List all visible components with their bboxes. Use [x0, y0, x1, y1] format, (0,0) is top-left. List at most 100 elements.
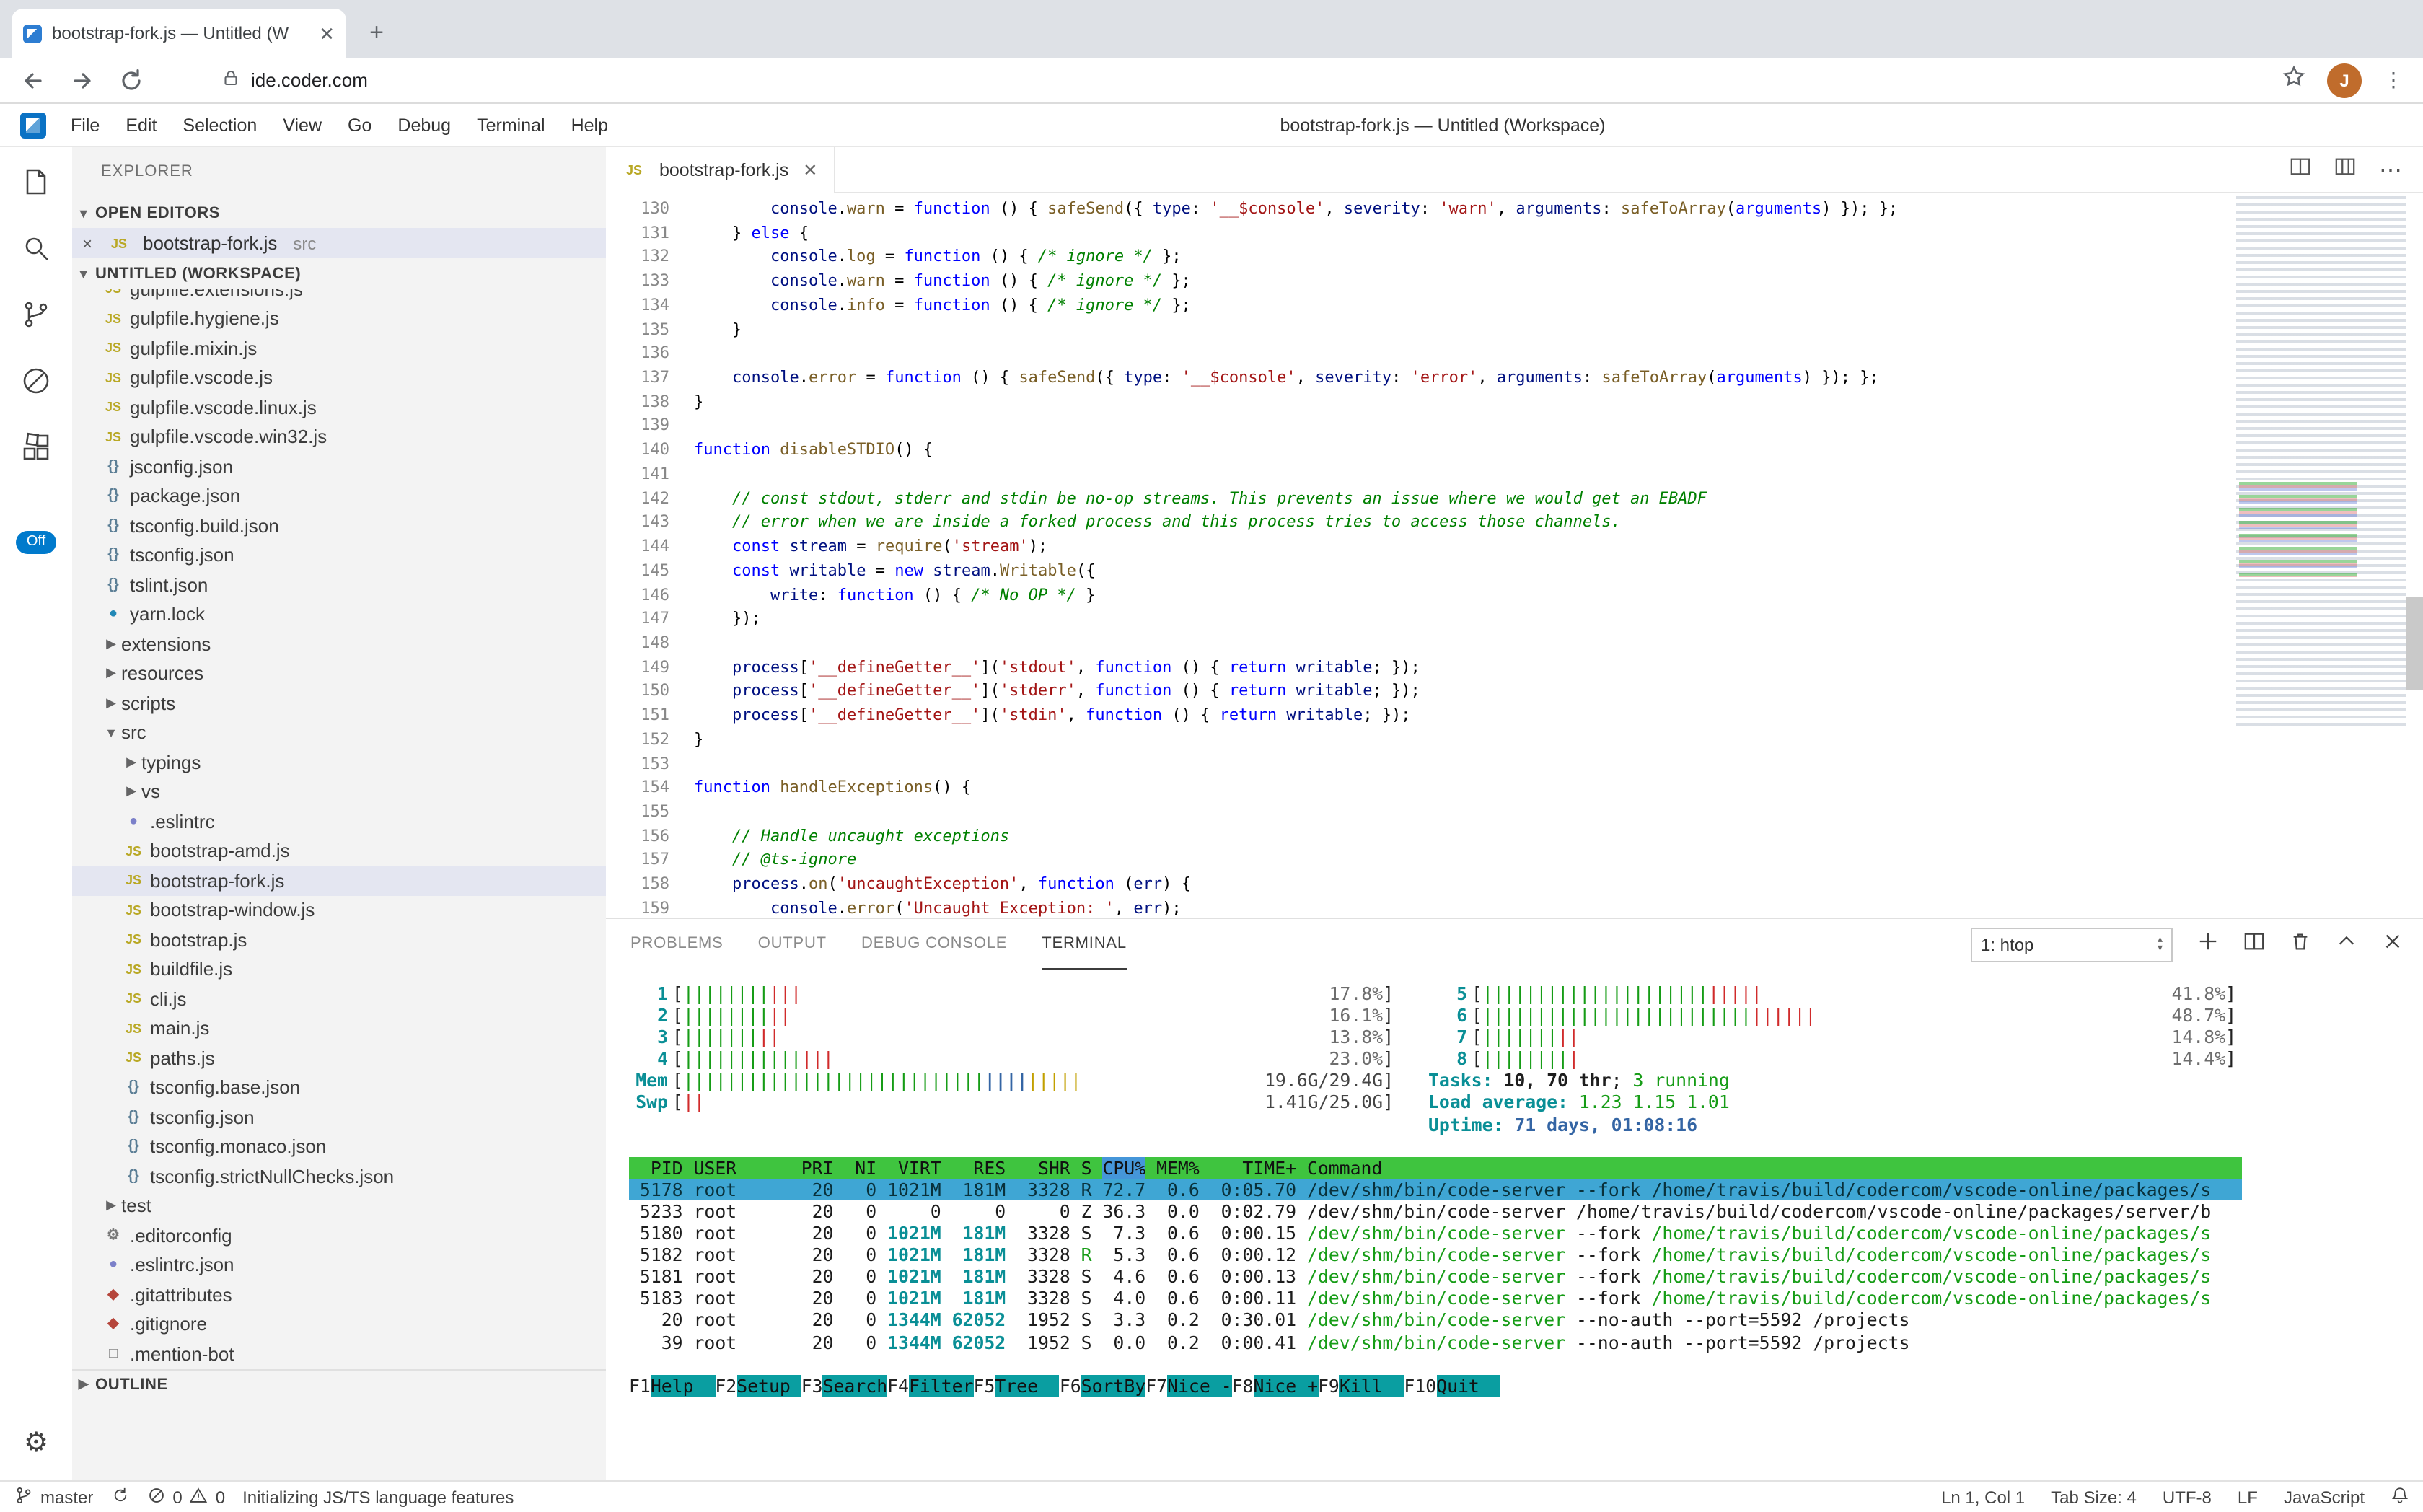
terminal-selector[interactable]: 1: htop ▴▾ [1971, 927, 2173, 962]
tree-item-package.json[interactable]: {}package.json [72, 481, 606, 511]
new-terminal-icon[interactable] [2197, 930, 2219, 959]
status-lf[interactable]: LF [2238, 1487, 2258, 1507]
toggle-layout-icon[interactable] [2334, 155, 2356, 184]
tree-item-jsconfig.json[interactable]: {}jsconfig.json [72, 452, 606, 481]
tree-item-.eslintrc.json[interactable]: ●.eslintrc.json [72, 1250, 606, 1280]
tree-item-main.js[interactable]: JSmain.js [72, 1014, 606, 1043]
fkey-f9[interactable]: F9 [1318, 1374, 1340, 1396]
menu-help[interactable]: Help [558, 104, 621, 146]
fkey-f2[interactable]: F2 [715, 1374, 736, 1396]
new-tab-button[interactable]: + [358, 14, 395, 52]
tree-item-tsconfig.base.json[interactable]: {}tsconfig.base.json [72, 1073, 606, 1102]
tree-item-test[interactable]: ▶test [72, 1191, 606, 1221]
maximize-panel-icon[interactable] [2336, 930, 2357, 959]
fkey-f1[interactable]: F1 [629, 1374, 651, 1396]
tree-item-gulpfile.vscode.linux.js[interactable]: JSgulpfile.vscode.linux.js [72, 392, 606, 422]
tree-item-bootstrap-window.js[interactable]: JSbootstrap-window.js [72, 895, 606, 925]
fkey-f4[interactable]: F4 [887, 1374, 909, 1396]
tree-item-bootstrap-amd.js[interactable]: JSbootstrap-amd.js [72, 836, 606, 866]
open-editor-item[interactable]: × JS bootstrap-fork.js src [72, 228, 606, 258]
problems-indicator[interactable]: 0 0 [146, 1485, 225, 1508]
notifications-bell-icon[interactable] [2391, 1485, 2409, 1508]
debug-icon[interactable] [19, 364, 53, 398]
menu-edit[interactable]: Edit [113, 104, 170, 146]
search-icon[interactable] [19, 231, 53, 265]
tree-item-src[interactable]: ▼src [72, 718, 606, 747]
editor-scrollbar[interactable] [2406, 597, 2423, 690]
fkey-f10[interactable]: F10 [1404, 1374, 1436, 1396]
tree-item-cli.js[interactable]: JScli.js [72, 984, 606, 1014]
tree-item-paths.js[interactable]: JSpaths.js [72, 1043, 606, 1073]
status-javascript[interactable]: JavaScript [2284, 1487, 2365, 1507]
tree-item-gulpfile.mixin.js[interactable]: JSgulpfile.mixin.js [72, 333, 606, 363]
split-terminal-icon[interactable] [2243, 930, 2265, 959]
status-utf-8[interactable]: UTF-8 [2163, 1487, 2212, 1507]
tab-close-icon[interactable]: ✕ [319, 24, 335, 43]
back-icon[interactable] [20, 67, 46, 93]
minimap[interactable] [2236, 196, 2406, 727]
tree-item-bootstrap.js[interactable]: JSbootstrap.js [72, 925, 606, 954]
tree-item-tsconfig.build.json[interactable]: {}tsconfig.build.json [72, 511, 606, 540]
tree-item-gulpfile.vscode.js[interactable]: JSgulpfile.vscode.js [72, 363, 606, 392]
tree-item-bootstrap-fork.js[interactable]: JSbootstrap-fork.js [72, 866, 606, 895]
tree-item-gulpfile.extensions.js[interactable]: JSgulpfile.extensions.js [72, 289, 606, 304]
status-tab-size-4[interactable]: Tab Size: 4 [2051, 1487, 2137, 1507]
workspace-header[interactable]: ▼ UNTITLED (WORKSPACE) [72, 258, 606, 289]
close-panel-icon[interactable] [2382, 930, 2404, 959]
status-badge[interactable]: Off [17, 531, 56, 554]
panel-tab-problems[interactable]: PROBLEMS [630, 919, 724, 970]
menu-view[interactable]: View [270, 104, 335, 146]
outline-header[interactable]: ▶ OUTLINE [72, 1368, 606, 1399]
more-actions-icon[interactable]: ⋯ [2379, 155, 2404, 184]
fkey-f5[interactable]: F5 [974, 1374, 995, 1396]
tree-item-.eslintrc[interactable]: ●.eslintrc [72, 806, 606, 836]
menu-file[interactable]: File [58, 104, 113, 146]
menu-terminal[interactable]: Terminal [464, 104, 558, 146]
browser-tab[interactable]: bootstrap-fork.js — Untitled (W ✕ [12, 9, 346, 58]
tree-item-typings[interactable]: ▶typings [72, 747, 606, 777]
settings-gear-icon[interactable]: ⚙ [19, 1428, 53, 1463]
sync-indicator[interactable] [110, 1485, 129, 1508]
fkey-f6[interactable]: F6 [1060, 1374, 1081, 1396]
editor-tab[interactable]: JS bootstrap-fork.js ✕ [606, 147, 835, 193]
tree-item-extensions[interactable]: ▶extensions [72, 629, 606, 659]
tree-item-gulpfile.hygiene.js[interactable]: JSgulpfile.hygiene.js [72, 304, 606, 333]
source-control-icon[interactable] [19, 297, 53, 332]
tree-item-scripts[interactable]: ▶scripts [72, 688, 606, 718]
tree-item-tsconfig.json[interactable]: {}tsconfig.json [72, 540, 606, 570]
tree-item-tsconfig.json[interactable]: {}tsconfig.json [72, 1102, 606, 1132]
close-icon[interactable]: × [82, 233, 100, 253]
menu-go[interactable]: Go [335, 104, 384, 146]
tree-item-tslint.json[interactable]: {}tslint.json [72, 570, 606, 599]
extensions-icon[interactable] [19, 430, 53, 465]
tree-item-tsconfig.monaco.json[interactable]: {}tsconfig.monaco.json [72, 1132, 606, 1161]
tree-item-yarn.lock[interactable]: ●yarn.lock [72, 599, 606, 629]
panel-tab-output[interactable]: OUTPUT [758, 919, 827, 970]
split-editor-icon[interactable] [2290, 155, 2311, 184]
tab-close-icon[interactable]: ✕ [803, 160, 817, 180]
tree-item-gulpfile.vscode.win32.js[interactable]: JSgulpfile.vscode.win32.js [72, 422, 606, 452]
tree-item-.editorconfig[interactable]: ⚙.editorconfig [72, 1221, 606, 1250]
tree-item-resources[interactable]: ▶resources [72, 659, 606, 688]
branch-indicator[interactable]: master [14, 1485, 93, 1508]
fkey-f3[interactable]: F3 [801, 1374, 823, 1396]
menu-selection[interactable]: Selection [170, 104, 270, 146]
tree-item-.gitignore[interactable]: ◆.gitignore [72, 1309, 606, 1339]
kill-terminal-icon[interactable] [2290, 930, 2311, 959]
fkey-f7[interactable]: F7 [1145, 1374, 1167, 1396]
tree-item-buildfile.js[interactable]: JSbuildfile.js [72, 954, 606, 984]
menu-debug[interactable]: Debug [384, 104, 464, 146]
terminal[interactable]: 1[|||||||||||17.8%]2[||||||||||16.1%]3[|… [606, 970, 2423, 1480]
reload-icon[interactable] [118, 67, 144, 93]
tree-item-vs[interactable]: ▶vs [72, 777, 606, 806]
status-ln-1-col-1[interactable]: Ln 1, Col 1 [1941, 1487, 2025, 1507]
tree-item-.gitattributes[interactable]: ◆.gitattributes [72, 1280, 606, 1309]
address-bar[interactable]: ide.coder.com [222, 69, 2282, 91]
code-editor[interactable]: 130 console.warn = function () { safeSen… [606, 193, 2423, 918]
open-editors-header[interactable]: ▼ OPEN EDITORS [72, 198, 606, 228]
forward-icon[interactable] [69, 67, 95, 93]
panel-tab-debug-console[interactable]: DEBUG CONSOLE [861, 919, 1007, 970]
tree-item-.mention-bot[interactable]: □.mention-bot [72, 1339, 606, 1368]
explorer-icon[interactable] [19, 164, 53, 199]
browser-menu-icon[interactable]: ⋮ [2383, 68, 2404, 92]
